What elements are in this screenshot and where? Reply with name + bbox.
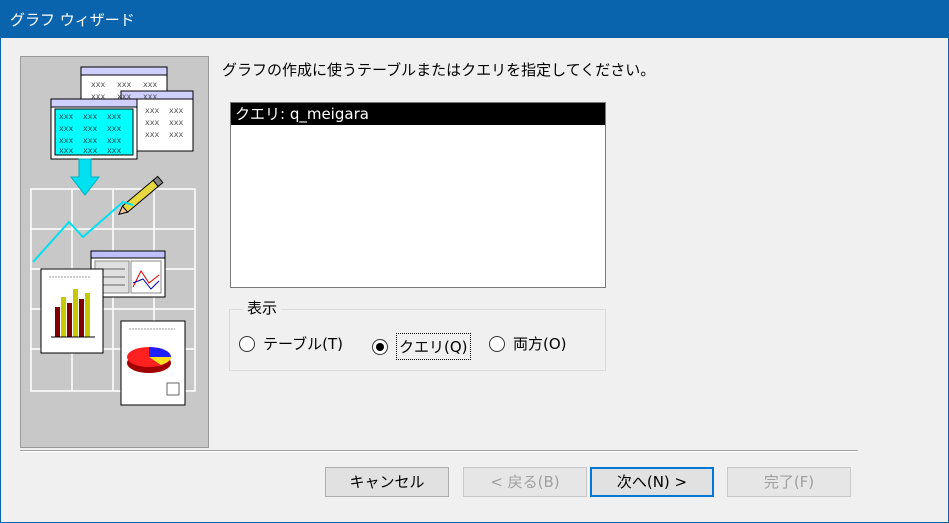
- svg-text:xxx: xxx: [107, 124, 121, 133]
- radio-queries[interactable]: クエリ(Q): [372, 333, 471, 360]
- pencil-icon: [118, 175, 164, 215]
- svg-text:xxx: xxx: [117, 80, 131, 89]
- radio-queries-label: クエリ(Q): [396, 333, 471, 360]
- radio-queries-circle[interactable]: [372, 338, 388, 355]
- table-query-listbox[interactable]: クエリ: q_meigara: [230, 102, 606, 288]
- bar-chart-document-icon: [40, 268, 104, 354]
- svg-text:xxx: xxx: [83, 136, 97, 145]
- svg-text:xxx: xxx: [143, 92, 157, 101]
- svg-text:xxx: xxx: [59, 124, 73, 133]
- radio-tables[interactable]: テーブル(T): [239, 333, 343, 354]
- radio-tables-circle[interactable]: [239, 335, 255, 352]
- chart-wizard-graphic: xxx xxx xxx xxx xxx xxx xxx xxx xxx xxx xxx xxx…: [30, 66, 196, 406]
- pie-chart-document-icon: [120, 320, 186, 406]
- svg-text:xxx: xxx: [83, 112, 97, 121]
- svg-text:xxx: xxx: [143, 80, 157, 89]
- list-item-q-meigara[interactable]: クエリ: q_meigara: [231, 103, 605, 125]
- title-bar: グラフ ウィザード: [0, 0, 949, 38]
- back-button[interactable]: < 戻る(B): [463, 467, 587, 497]
- svg-text:xxx: xxx: [59, 136, 73, 145]
- svg-text:xxx: xxx: [107, 146, 121, 155]
- svg-text:xxx: xxx: [145, 106, 159, 115]
- next-button[interactable]: 次へ(N) >: [590, 467, 714, 497]
- svg-text:xxx: xxx: [145, 118, 159, 127]
- svg-text:xxx: xxx: [107, 136, 121, 145]
- cancel-button[interactable]: キャンセル: [325, 467, 449, 497]
- radio-tables-label: テーブル(T): [263, 335, 343, 353]
- svg-text:xxx: xxx: [169, 118, 183, 127]
- radio-both-label: 両方(O): [513, 335, 567, 353]
- wizard-illustration: xxx xxx xxx xxx xxx xxx xxx xxx xxx xxx xxx xxx…: [20, 56, 209, 448]
- radio-both-circle[interactable]: [489, 335, 505, 352]
- svg-text:xxx: xxx: [91, 80, 105, 89]
- separator-line: [20, 450, 858, 452]
- svg-text:xxx: xxx: [59, 146, 73, 155]
- view-group-label: 表示: [243, 297, 282, 318]
- svg-text:xxx: xxx: [169, 130, 183, 139]
- svg-text:xxx: xxx: [107, 112, 121, 121]
- instruction-text: グラフの作成に使うテーブルまたはクエリを指定してください。: [222, 61, 656, 79]
- svg-text:xxx: xxx: [59, 112, 73, 121]
- window-title: グラフ ウィザード: [10, 11, 135, 29]
- finish-button[interactable]: 完了(F): [727, 467, 851, 497]
- svg-text:xxx: xxx: [83, 124, 97, 133]
- svg-text:xxx: xxx: [169, 106, 183, 115]
- radio-both[interactable]: 両方(O): [489, 333, 567, 354]
- svg-text:xxx: xxx: [83, 146, 97, 155]
- svg-text:xxx: xxx: [145, 130, 159, 139]
